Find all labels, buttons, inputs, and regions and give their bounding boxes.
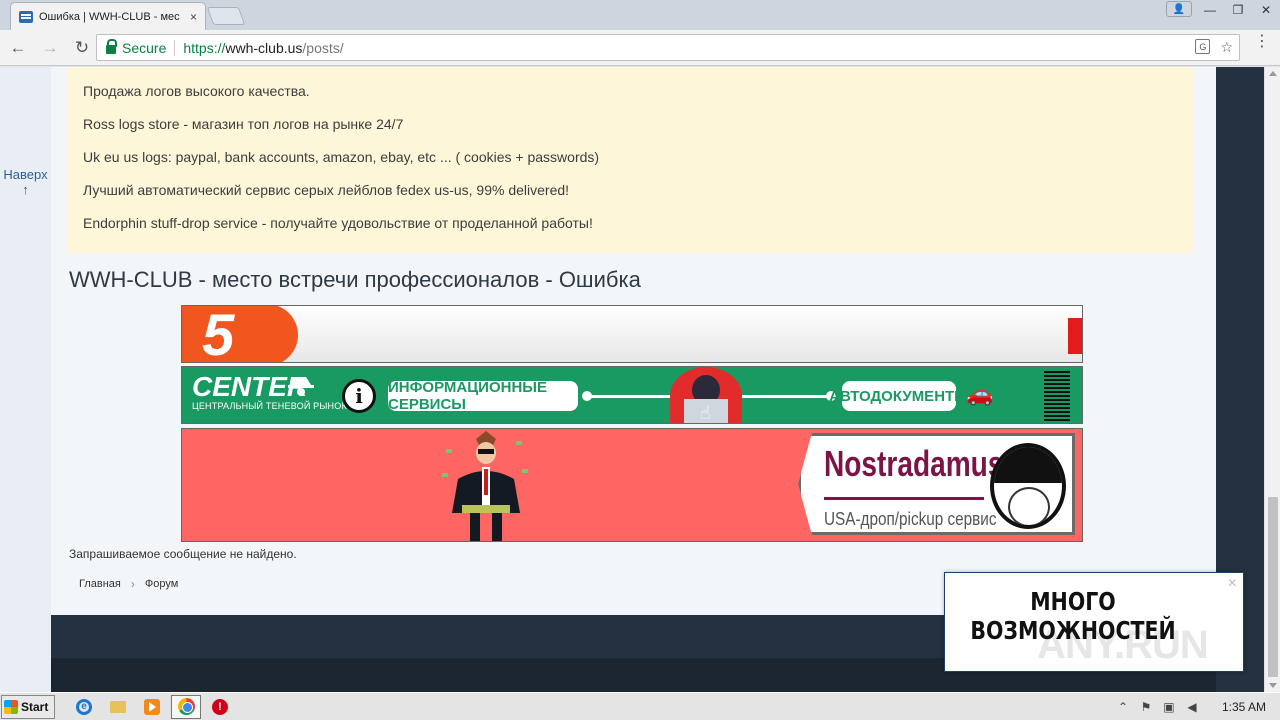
auto-documents-pill: АВТОДОКУМЕНТЫ xyxy=(829,381,969,411)
ad-banner-nostradamus[interactable]: Nostradamus USA-дроп/pickup сервис xyxy=(181,428,1083,542)
page-title: WWH-CLUB - место встречи профессионалов … xyxy=(69,267,641,292)
browser-toolbar: ← → ↻ Secure https://wwh-club.us/posts/ … xyxy=(0,30,1280,66)
banner-orange-badge xyxy=(182,306,298,362)
hacker-icon: ☝ xyxy=(670,367,742,423)
scroll-down-icon[interactable] xyxy=(1269,683,1277,688)
popup-text: МНОГО ВОЗМОЖНОСТЕЙ xyxy=(968,587,1178,645)
barcode-icon xyxy=(1044,371,1070,421)
center-logo-text: CENTER xyxy=(192,371,308,402)
nostradamus-portrait-icon xyxy=(990,443,1066,529)
reload-button[interactable]: ↻ xyxy=(68,34,96,62)
site-favicon-icon xyxy=(19,10,33,23)
promo-popup[interactable]: ANY.RUN МНОГО ВОЗМОЖНОСТЕЙ × xyxy=(944,572,1244,672)
spy-hat-icon xyxy=(288,377,314,396)
car-icon: 🚗 xyxy=(966,381,994,406)
url-host: wwh-club.us xyxy=(225,39,303,56)
start-label: Start xyxy=(21,699,49,714)
scroll-to-top-link[interactable]: Наверх ↑ xyxy=(0,167,51,197)
notice-link[interactable]: Endorphin stuff-drop service - получайте… xyxy=(83,207,599,240)
tab-strip: Ошибка | WWH-CLUB - мес × 👤 — ❐ ✕ xyxy=(0,0,1280,30)
banner-digit: 5 xyxy=(202,305,235,363)
tray-expand-icon[interactable]: ⌃ xyxy=(1116,700,1130,714)
tab-title: Ошибка | WWH-CLUB - мес xyxy=(39,10,180,23)
to-top-label: Наверх xyxy=(3,167,48,182)
windows-taskbar: Start e ! ⌃ ⚑ ▣ ◀ 1:35 AM xyxy=(0,692,1280,720)
breadcrumb-home[interactable]: Главная xyxy=(79,578,121,590)
folder-icon xyxy=(110,700,126,713)
tab-active[interactable]: Ошибка | WWH-CLUB - мес × xyxy=(10,2,206,30)
maximize-button[interactable]: ❐ xyxy=(1224,0,1252,20)
chrome-taskbar-button[interactable] xyxy=(171,694,201,719)
nostradamus-rule xyxy=(824,497,984,500)
breadcrumb: Главная › Форум xyxy=(79,577,178,591)
ad-banner-center[interactable]: CENTER ЦЕНТРАЛЬНЫЙ ТЕНЕВОЙ РЫНОК i ИНФОР… xyxy=(181,366,1083,424)
close-window-button[interactable]: ✕ xyxy=(1252,0,1280,20)
main-content: Продажа логов высокого качества. Ross lo… xyxy=(51,67,1216,615)
url-scheme: https:// xyxy=(183,39,226,56)
secure-label[interactable]: Secure xyxy=(122,39,176,56)
system-tray: ⌃ ⚑ ▣ ◀ 1:35 AM xyxy=(1116,693,1280,720)
new-tab-button[interactable] xyxy=(206,7,246,25)
popup-line-2: ВОЗМОЖНОСТЕЙ xyxy=(970,616,1176,645)
connector-line xyxy=(742,395,832,398)
url-path: /posts/ xyxy=(302,39,344,56)
translate-icon[interactable]: G xyxy=(1195,39,1211,54)
minimize-button[interactable]: — xyxy=(1196,0,1224,20)
scroll-up-icon[interactable] xyxy=(1269,71,1277,76)
center-logo: CENTER ЦЕНТРАЛЬНЫЙ ТЕНЕВОЙ РЫНОК xyxy=(192,371,347,412)
explorer-taskbar-button[interactable] xyxy=(103,695,133,719)
not-found-message: Запрашиваемое сообщение не найдено. xyxy=(69,547,297,561)
clock[interactable]: 1:35 AM xyxy=(1222,700,1266,714)
ad-notice-block: Продажа логов высокого качества. Ross lo… xyxy=(68,67,1194,253)
lock-icon xyxy=(106,39,117,54)
ad-banner-1[interactable]: 5 xyxy=(181,305,1083,363)
breadcrumb-separator-icon: › xyxy=(130,577,135,591)
volume-icon[interactable]: ◀ xyxy=(1185,700,1199,714)
info-services-pill: ИНФОРМАЦИОННЫЕ СЕРВИСЫ xyxy=(388,379,578,413)
browser-menu-icon[interactable]: ⋮ xyxy=(1254,34,1270,50)
windows-logo-icon xyxy=(4,699,18,714)
info-icon: i xyxy=(342,379,376,413)
media-player-icon xyxy=(144,698,160,715)
businessman-illustration-icon xyxy=(442,431,528,541)
nostradamus-title: Nostradamus xyxy=(824,443,1004,484)
popup-close-icon[interactable]: × xyxy=(1228,575,1237,593)
chrome-icon xyxy=(177,698,195,715)
stop-icon: ! xyxy=(212,698,228,715)
notice-link[interactable]: Uk eu us logs: paypal, bank accounts, am… xyxy=(83,141,599,174)
banner-red-mark xyxy=(1068,318,1082,354)
ie-icon: e xyxy=(76,698,92,715)
notice-link[interactable]: Лучший автоматический сервис серых лейбл… xyxy=(83,174,599,207)
forward-button[interactable]: → xyxy=(36,34,64,62)
notice-link[interactable]: Ross logs store - магазин топ логов на р… xyxy=(83,108,599,141)
page-scrollbar[interactable] xyxy=(1264,67,1280,692)
back-button[interactable]: ← xyxy=(4,34,32,62)
notice-link[interactable]: Продажа логов высокого качества. xyxy=(83,75,599,108)
window-controls: 👤 — ❐ ✕ xyxy=(1166,0,1280,20)
popup-line-1: МНОГО xyxy=(1030,587,1116,616)
page-viewport: Наверх ↑ Продажа логов высокого качества… xyxy=(0,67,1264,692)
left-gutter: Наверх ↑ xyxy=(0,67,51,692)
breadcrumb-forum[interactable]: Форум xyxy=(145,578,178,590)
connector-line xyxy=(588,395,670,398)
bookmark-star-icon[interactable]: ☆ xyxy=(1220,39,1233,56)
address-bar[interactable]: Secure https://wwh-club.us/posts/ G ☆ xyxy=(96,34,1240,61)
arrow-up-icon: ↑ xyxy=(22,182,29,197)
tab-close-icon[interactable]: × xyxy=(190,10,197,24)
ie-taskbar-button[interactable]: e xyxy=(69,695,99,719)
network-icon[interactable]: ▣ xyxy=(1162,700,1176,714)
stop-taskbar-button[interactable]: ! xyxy=(205,695,235,719)
center-logo-subtitle: ЦЕНТРАЛЬНЫЙ ТЕНЕВОЙ РЫНОК xyxy=(192,401,347,411)
start-button[interactable]: Start xyxy=(1,694,55,719)
profile-icon[interactable]: 👤 xyxy=(1166,1,1192,17)
media-taskbar-button[interactable] xyxy=(137,695,167,719)
nostradamus-subtitle: USA-дроп/pickup сервис xyxy=(824,509,997,529)
scrollbar-thumb[interactable] xyxy=(1268,497,1278,677)
flag-icon[interactable]: ⚑ xyxy=(1139,700,1153,714)
